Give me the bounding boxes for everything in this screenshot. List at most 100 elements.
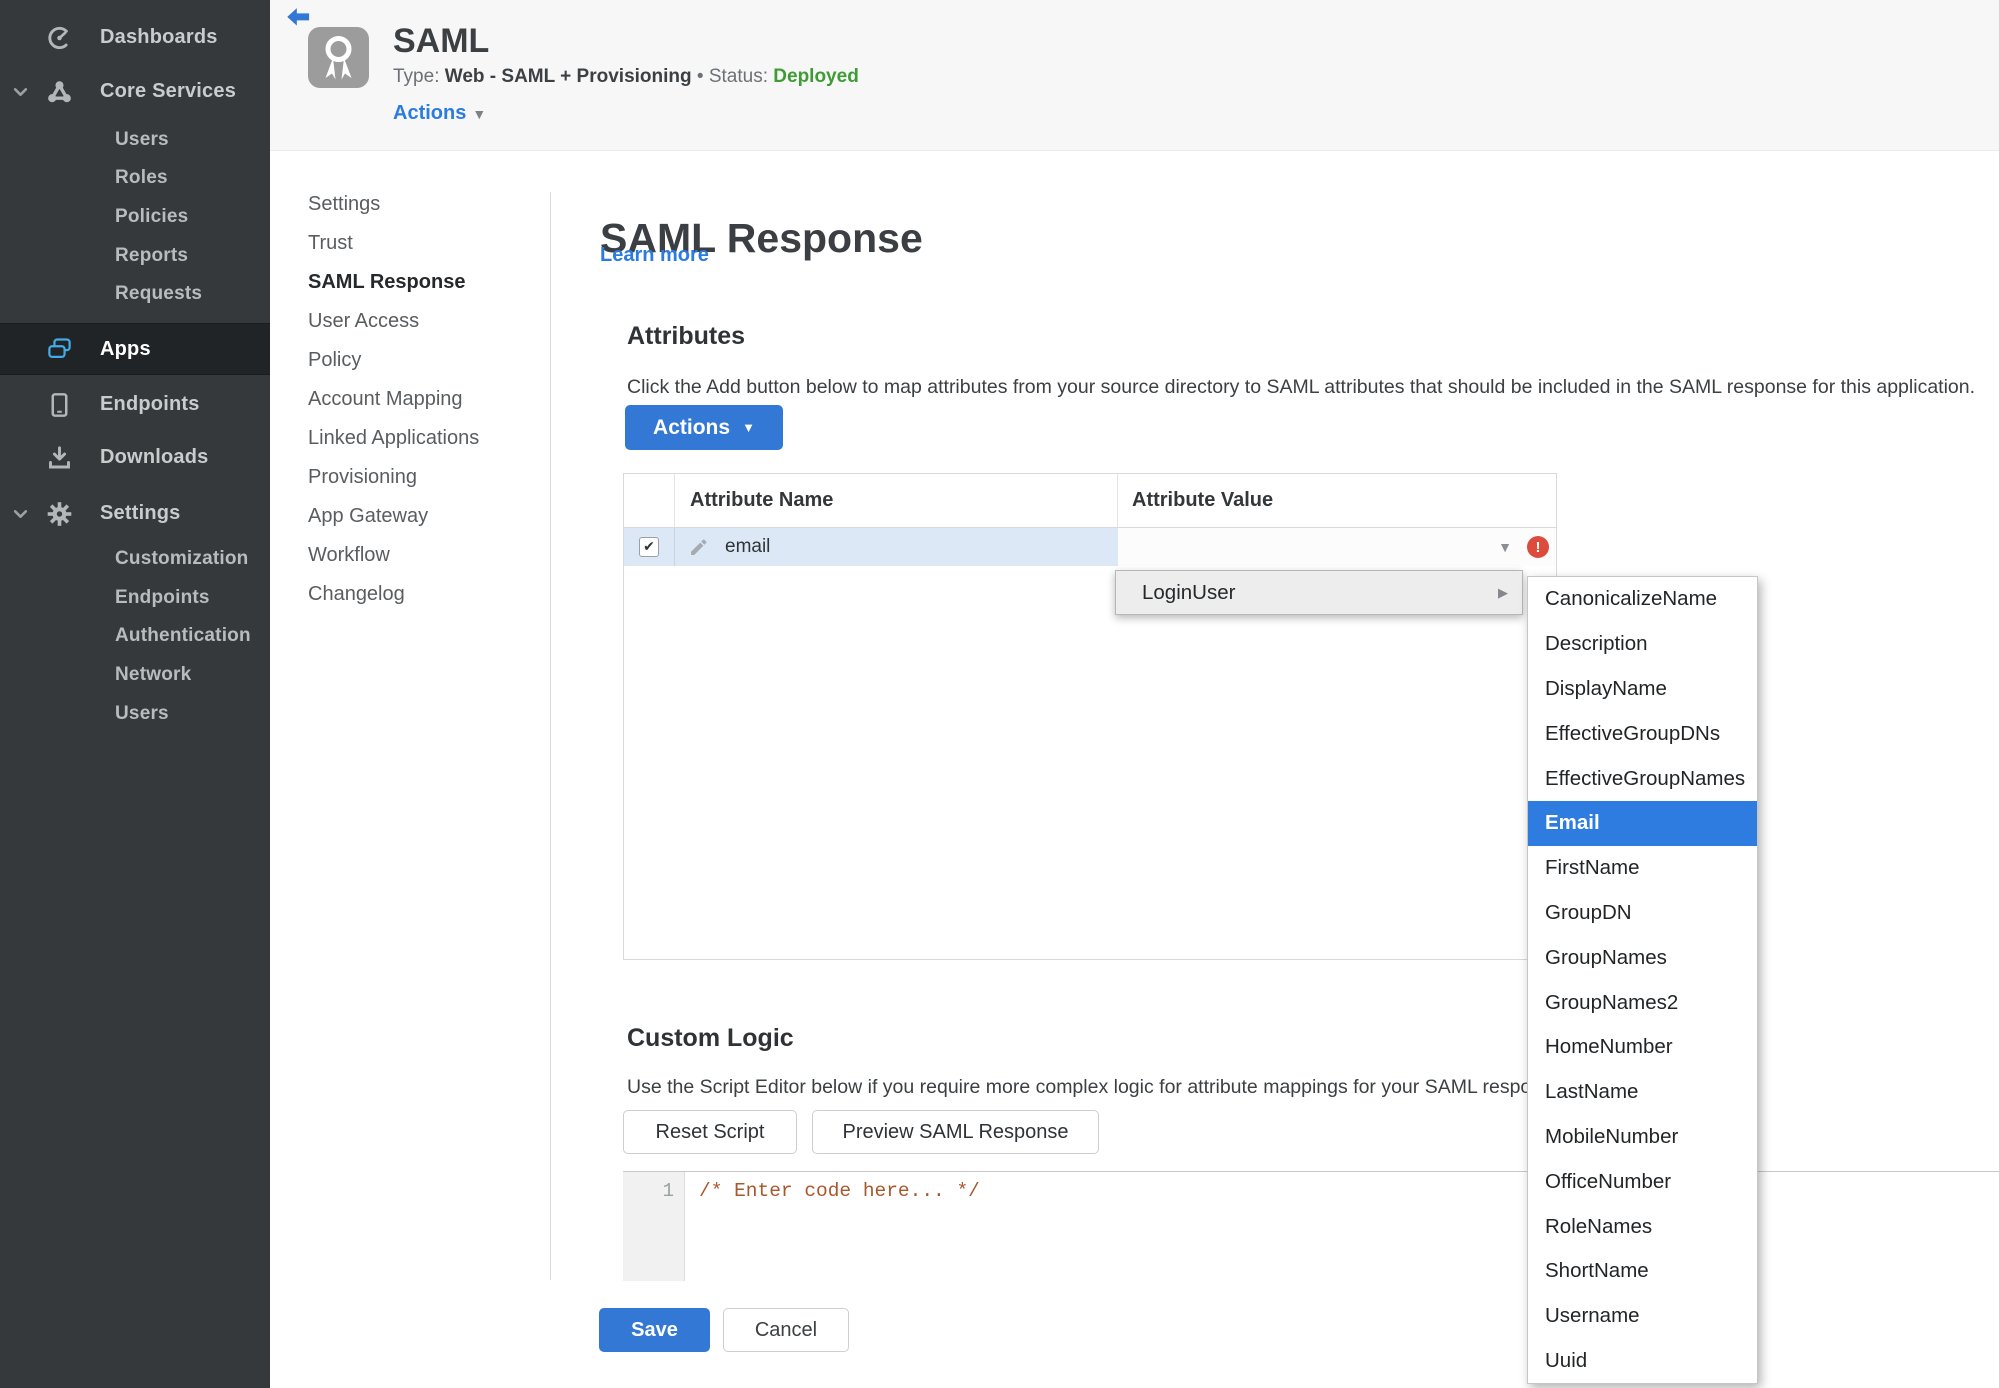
sidebar-item-label: Policies xyxy=(115,205,189,227)
phone-icon xyxy=(46,391,73,418)
sidebar-item-label: Users xyxy=(115,128,169,150)
gauge-icon xyxy=(46,24,73,51)
custom-logic-description: Use the Script Editor below if you requi… xyxy=(627,1075,1569,1098)
gear-icon xyxy=(46,500,73,527)
sidebar-item-apps[interactable]: Apps xyxy=(0,323,270,375)
submenu-item-rolenames[interactable]: RoleNames xyxy=(1528,1204,1757,1249)
attribute-value-cell[interactable]: ▼ ! xyxy=(1118,528,1556,566)
table-row[interactable]: ✔ email ▼ ! xyxy=(624,528,1556,566)
app-header: SAML Type: Web - SAML + Provisioning • S… xyxy=(270,0,1999,151)
attribute-value-dropdown-menu[interactable]: LoginUser ▶ xyxy=(1115,570,1523,615)
bullet-separator: • xyxy=(696,66,704,87)
header-actions-dropdown[interactable]: Actions ▼ xyxy=(393,102,486,125)
submenu-arrow-icon: ▶ xyxy=(1498,584,1508,600)
sidebar-item-label: Network xyxy=(115,663,192,685)
editor-code-area[interactable]: /* Enter code here... */ xyxy=(685,1172,1999,1281)
type-label: Type: xyxy=(393,66,440,87)
tab-settings[interactable]: Settings xyxy=(308,185,538,224)
sidebar-item-dashboards[interactable]: Dashboards xyxy=(0,18,270,57)
dropdown-arrow-icon[interactable]: ▼ xyxy=(1498,539,1512,555)
submenu-item-officenumber[interactable]: OfficeNumber xyxy=(1528,1159,1757,1204)
sidebar-item-downloads[interactable]: Downloads xyxy=(0,438,270,477)
chevron-down-icon: ▼ xyxy=(742,420,755,435)
type-value: Web - SAML + Provisioning xyxy=(444,66,692,87)
save-label: Save xyxy=(631,1318,678,1341)
row-checkbox[interactable]: ✔ xyxy=(639,537,659,557)
submenu-item-lastname[interactable]: LastName xyxy=(1528,1070,1757,1115)
error-icon: ! xyxy=(1527,536,1549,558)
tab-linked-applications[interactable]: Linked Applications xyxy=(308,419,538,458)
sidebar-item-policies[interactable]: Policies xyxy=(0,197,270,236)
sidebar-item-authentication[interactable]: Authentication xyxy=(0,616,270,655)
attributes-description: Click the Add button below to map attrib… xyxy=(627,375,1976,398)
tab-policy[interactable]: Policy xyxy=(308,341,538,380)
app-section-nav: Settings Trust SAML Response User Access… xyxy=(308,185,538,614)
sidebar-item-settings-users[interactable]: Users xyxy=(0,694,270,733)
download-icon xyxy=(46,444,73,471)
attribute-name-header: Attribute Name xyxy=(675,474,1118,527)
submenu-item-effectivegroupnames[interactable]: EffectiveGroupNames xyxy=(1528,756,1757,801)
attribute-value-header: Attribute Value xyxy=(1132,489,1274,511)
tab-user-access[interactable]: User Access xyxy=(308,302,538,341)
tab-provisioning[interactable]: Provisioning xyxy=(308,458,538,497)
save-button[interactable]: Save xyxy=(599,1308,710,1352)
submenu-item-email[interactable]: Email xyxy=(1528,800,1757,846)
loginuser-submenu: CanonicalizeName Description DisplayName… xyxy=(1527,576,1758,1385)
sidebar: Dashboards Core Services Users Roles Pol… xyxy=(0,0,270,1388)
attribute-name-value: email xyxy=(725,536,771,557)
submenu-item-firstname[interactable]: FirstName xyxy=(1528,846,1757,891)
submenu-item-username[interactable]: Username xyxy=(1528,1294,1757,1339)
sidebar-item-core-services[interactable]: Core Services xyxy=(0,72,270,111)
submenu-item-description[interactable]: Description xyxy=(1528,622,1757,667)
sidebar-item-label: Dashboards xyxy=(100,26,218,48)
page-title: SAML xyxy=(393,22,490,60)
sidebar-item-customization[interactable]: Customization xyxy=(0,539,270,578)
sidebar-item-label: Users xyxy=(115,702,169,724)
sidebar-item-reports[interactable]: Reports xyxy=(0,236,270,275)
submenu-item-groupnames[interactable]: GroupNames xyxy=(1528,935,1757,980)
custom-logic-heading: Custom Logic xyxy=(627,1023,794,1052)
submenu-item-groupnames2[interactable]: GroupNames2 xyxy=(1528,980,1757,1025)
sidebar-item-endpoints[interactable]: Endpoints xyxy=(0,385,270,424)
submenu-item-homenumber[interactable]: HomeNumber xyxy=(1528,1025,1757,1070)
tab-saml-response[interactable]: SAML Response xyxy=(308,263,538,302)
sidebar-item-requests[interactable]: Requests xyxy=(0,274,270,313)
learn-more-link[interactable]: Learn more xyxy=(600,244,709,267)
attributes-actions-button[interactable]: Actions ▼ xyxy=(625,405,783,450)
tab-changelog[interactable]: Changelog xyxy=(308,575,538,614)
tab-app-gateway[interactable]: App Gateway xyxy=(308,497,538,536)
submenu-item-displayname[interactable]: DisplayName xyxy=(1528,667,1757,712)
sidebar-item-users[interactable]: Users xyxy=(0,120,270,159)
sidebar-item-label: Authentication xyxy=(115,624,251,646)
checkmark-icon: ✔ xyxy=(643,539,655,555)
submenu-item-mobilenumber[interactable]: MobileNumber xyxy=(1528,1115,1757,1160)
tab-account-mapping[interactable]: Account Mapping xyxy=(308,380,538,419)
sidebar-item-network[interactable]: Network xyxy=(0,655,270,694)
tab-trust[interactable]: Trust xyxy=(308,224,538,263)
app-root: Dashboards Core Services Users Roles Pol… xyxy=(0,0,1999,1388)
pencil-icon xyxy=(688,537,709,558)
submenu-item-uuid[interactable]: Uuid xyxy=(1528,1339,1757,1384)
submenu-item-canonicalizename[interactable]: CanonicalizeName xyxy=(1528,577,1757,622)
actions-label: Actions xyxy=(393,102,467,124)
submenu-item-shortname[interactable]: ShortName xyxy=(1528,1249,1757,1294)
dropdown-item-loginuser[interactable]: LoginUser xyxy=(1142,581,1235,605)
submenu-item-groupdn[interactable]: GroupDN xyxy=(1528,891,1757,936)
chevron-down-icon[interactable] xyxy=(13,506,28,521)
sidebar-item-label: Downloads xyxy=(100,446,209,468)
preview-saml-response-button[interactable]: Preview SAML Response xyxy=(812,1110,1099,1154)
reset-script-label: Reset Script xyxy=(655,1120,765,1143)
select-column-header xyxy=(624,474,675,527)
sidebar-item-settings-endpoints[interactable]: Endpoints xyxy=(0,578,270,617)
sidebar-item-settings[interactable]: Settings xyxy=(0,494,270,533)
attribute-name-cell[interactable]: email xyxy=(675,528,1118,566)
reset-script-button[interactable]: Reset Script xyxy=(623,1110,797,1154)
tab-workflow[interactable]: Workflow xyxy=(308,536,538,575)
chevron-down-icon[interactable] xyxy=(13,84,28,99)
cancel-button[interactable]: Cancel xyxy=(723,1308,849,1352)
submenu-item-effectivegroupdns[interactable]: EffectiveGroupDNs xyxy=(1528,711,1757,756)
attributes-heading: Attributes xyxy=(627,321,746,350)
sidebar-item-label: Reports xyxy=(115,244,189,266)
sidebar-item-roles[interactable]: Roles xyxy=(0,158,270,197)
preview-saml-response-label: Preview SAML Response xyxy=(842,1120,1069,1143)
